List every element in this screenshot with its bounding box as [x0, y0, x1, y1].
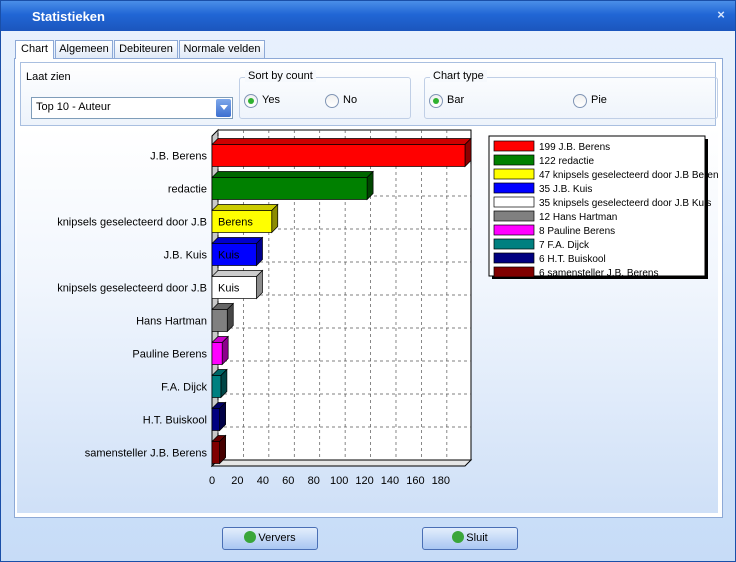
- bar: [211, 144, 466, 167]
- show-select-value: Top 10 - Auteur: [36, 101, 111, 113]
- show-label: Laat zien: [26, 71, 71, 83]
- bar-top: [211, 270, 264, 277]
- sort-yes-radio[interactable]: [244, 94, 258, 108]
- legend-entry: 122 redactie: [539, 156, 594, 167]
- sort-yes-label[interactable]: Yes: [262, 94, 280, 106]
- chart-type-pie-label[interactable]: Pie: [591, 94, 607, 106]
- bar: [211, 342, 223, 365]
- bar: [211, 177, 368, 200]
- legend-entry: 7 F.A. Dijck: [539, 240, 590, 251]
- tab-algemeen[interactable]: Algemeen: [55, 40, 113, 58]
- tab-chart[interactable]: Chart: [15, 40, 54, 59]
- legend-swatch: [493, 238, 535, 250]
- y-category-label: Pauline Berens: [132, 349, 207, 361]
- chart-type-bar-label[interactable]: Bar: [447, 94, 464, 106]
- x-tick-label: 180: [432, 475, 450, 487]
- chart-type-bar-radio[interactable]: [429, 94, 443, 108]
- x-tick-label: 80: [308, 475, 320, 487]
- x-tick-label: 20: [231, 475, 243, 487]
- close-button[interactable]: Sluit: [422, 527, 518, 550]
- sort-by-count-group: Sort by count Yes No: [239, 70, 411, 119]
- bar: [211, 441, 220, 464]
- refresh-button-label: Ververs: [258, 532, 296, 544]
- x-tick-label: 100: [330, 475, 348, 487]
- x-tick-label: 120: [355, 475, 373, 487]
- legend-entry: 6 samensteller J.B. Berens: [539, 268, 659, 279]
- plot-floor: [210, 459, 473, 467]
- x-tick-label: 60: [282, 475, 294, 487]
- bar-top: [211, 171, 374, 178]
- sort-no-label[interactable]: No: [343, 94, 357, 106]
- tab-normale-velden[interactable]: Normale velden: [179, 40, 265, 58]
- bar-overlay-label: Kuis: [218, 283, 240, 295]
- y-category-label: samensteller J.B. Berens: [85, 448, 208, 460]
- x-tick-label: 140: [381, 475, 399, 487]
- y-category-label: H.T. Buiskool: [143, 415, 207, 427]
- statistics-window: Statistieken × Chart Algemeen Debiteuren…: [0, 0, 736, 562]
- x-tick-label: 40: [257, 475, 269, 487]
- bar-top: [211, 138, 472, 145]
- legend-entry: 12 Hans Hartman: [539, 212, 617, 223]
- chart-area: 0 20 40 60 80 100 120 140 160 180 J.B. Berens redac…: [17, 128, 724, 513]
- chart-controls: Laat zien Top 10 - Auteur Sort by count …: [20, 62, 718, 126]
- refresh-button[interactable]: Ververs: [222, 527, 318, 550]
- bar-overlay-label: Berens: [218, 217, 253, 229]
- legend-swatch: [493, 168, 535, 180]
- y-category-label: F.A. Dijck: [161, 382, 207, 394]
- close-button-label: Sluit: [466, 532, 488, 544]
- legend-entry: 8 Pauline Berens: [539, 226, 615, 237]
- bar: [211, 309, 228, 332]
- refresh-icon: [244, 531, 257, 543]
- chevron-down-icon[interactable]: [216, 99, 231, 117]
- show-select[interactable]: Top 10 - Auteur: [31, 97, 233, 119]
- y-category-label: J.B. Berens: [150, 151, 207, 163]
- sort-no-radio[interactable]: [325, 94, 339, 108]
- legend-swatch: [493, 140, 535, 152]
- bar-top: [211, 237, 264, 244]
- legend-swatch: [493, 252, 535, 264]
- bar: [211, 375, 222, 398]
- bar-chart: 0 20 40 60 80 100 120 140 160 180 J.B. Berens redac…: [57, 128, 724, 487]
- y-category-label: knipsels geselecteerd door J.B: [57, 283, 207, 295]
- bar: [211, 408, 220, 431]
- y-category-label: Hans Hartman: [136, 316, 207, 328]
- title-bar[interactable]: Statistieken ×: [1, 1, 735, 31]
- bar-overlay-label: Kuis: [218, 250, 240, 262]
- legend-entry: 35 J.B. Kuis: [539, 184, 592, 195]
- bar-top: [211, 204, 279, 211]
- y-category-label: J.B. Kuis: [164, 250, 208, 262]
- tab-debiteuren[interactable]: Debiteuren: [114, 40, 178, 58]
- legend-swatch: [493, 266, 535, 278]
- y-category-label: knipsels geselecteerd door J.B: [57, 217, 207, 229]
- legend-swatch: [493, 154, 535, 166]
- chart-panel: Laat zien Top 10 - Auteur Sort by count …: [14, 58, 724, 518]
- close-icon[interactable]: ×: [713, 7, 729, 23]
- check-icon: [452, 531, 465, 543]
- legend-entry: 6 H.T. Buiskool: [539, 254, 606, 265]
- legend-entry: 35 knipsels geselecteerd door J.B Kuis: [539, 198, 711, 209]
- sort-by-count-label: Sort by count: [245, 70, 316, 82]
- legend-swatch: [493, 224, 535, 236]
- chart-type-label: Chart type: [430, 70, 487, 82]
- legend-swatch: [493, 210, 535, 222]
- chart-type-pie-radio[interactable]: [573, 94, 587, 108]
- x-tick-label: 0: [209, 475, 215, 487]
- legend-entry: 47 knipsels geselecteerd door J.B Berens: [539, 170, 718, 181]
- legend-swatch: [493, 182, 535, 194]
- y-category-label: redactie: [168, 184, 207, 196]
- chart-type-group: Chart type Bar Pie: [424, 70, 718, 119]
- window-title: Statistieken: [32, 9, 105, 24]
- legend-entry: 199 J.B. Berens: [539, 142, 610, 153]
- legend-swatch: [493, 196, 535, 208]
- x-tick-label: 160: [406, 475, 424, 487]
